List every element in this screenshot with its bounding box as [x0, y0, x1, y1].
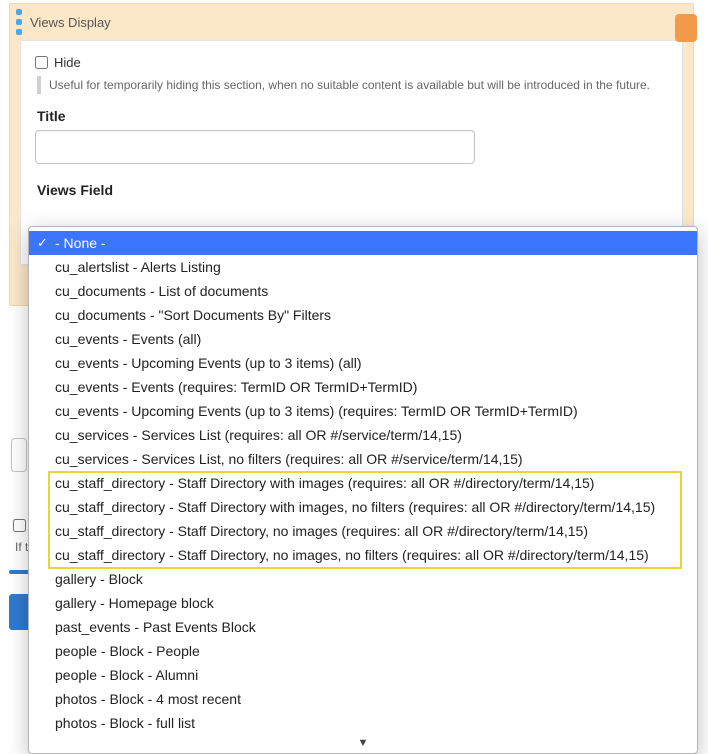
select-option[interactable]: cu_services - Services List (requires: a…: [29, 423, 697, 447]
hide-checkbox-row[interactable]: Hide: [35, 55, 668, 70]
select-option[interactable]: past_events - Past Events Block: [29, 615, 697, 639]
select-option[interactable]: cu_events - Upcoming Events (up to 3 ite…: [29, 351, 697, 375]
obscured-input[interactable]: [11, 438, 27, 472]
select-option[interactable]: cu_services - Services List, no filters …: [29, 447, 697, 471]
select-option[interactable]: photos - Block - full list: [29, 711, 697, 735]
panel-action-button[interactable]: [675, 14, 697, 42]
panel-header[interactable]: Views Display: [10, 4, 693, 40]
select-option[interactable]: cu_staff_directory - Staff Directory wit…: [29, 471, 697, 495]
hide-helper-text: Useful for temporarily hiding this secti…: [37, 76, 668, 94]
hide-checkbox[interactable]: [35, 56, 48, 69]
views-field-select-open[interactable]: - None -cu_alertslist - Alerts Listingcu…: [28, 226, 698, 754]
select-option[interactable]: people - Block - Alumni: [29, 663, 697, 687]
select-option[interactable]: gallery - Block: [29, 567, 697, 591]
select-option[interactable]: cu_events - Upcoming Events (up to 3 ite…: [29, 399, 697, 423]
drag-handle-icon[interactable]: [14, 7, 24, 37]
title-field-label: Title: [37, 108, 668, 124]
select-option[interactable]: cu_staff_directory - Staff Directory, no…: [29, 543, 697, 567]
select-option[interactable]: cu_documents - List of documents: [29, 279, 697, 303]
select-option[interactable]: cu_alertslist - Alerts Listing: [29, 255, 697, 279]
select-option[interactable]: people - Block - People: [29, 639, 697, 663]
panel-title: Views Display: [30, 15, 685, 30]
title-input[interactable]: [35, 130, 475, 164]
select-option[interactable]: cu_staff_directory - Staff Directory wit…: [29, 495, 697, 519]
obscured-helper-text: If t: [15, 540, 28, 554]
select-option[interactable]: - None -: [29, 231, 697, 255]
hide-checkbox-label: Hide: [54, 55, 81, 70]
obscured-checkbox[interactable]: [13, 519, 26, 532]
views-field-label: Views Field: [37, 182, 668, 198]
select-option[interactable]: cu_events - Events (requires: TermID OR …: [29, 375, 697, 399]
select-option[interactable]: cu_staff_directory - Staff Directory, no…: [29, 519, 697, 543]
select-option[interactable]: cu_documents - "Sort Documents By" Filte…: [29, 303, 697, 327]
dropdown-scroll-down-icon[interactable]: ▼: [29, 735, 697, 753]
obscured-primary-button[interactable]: [9, 594, 29, 630]
select-option[interactable]: cu_events - Events (all): [29, 327, 697, 351]
select-option[interactable]: gallery - Homepage block: [29, 591, 697, 615]
select-option[interactable]: photos - Block - 4 most recent: [29, 687, 697, 711]
obscured-divider: [9, 570, 29, 574]
